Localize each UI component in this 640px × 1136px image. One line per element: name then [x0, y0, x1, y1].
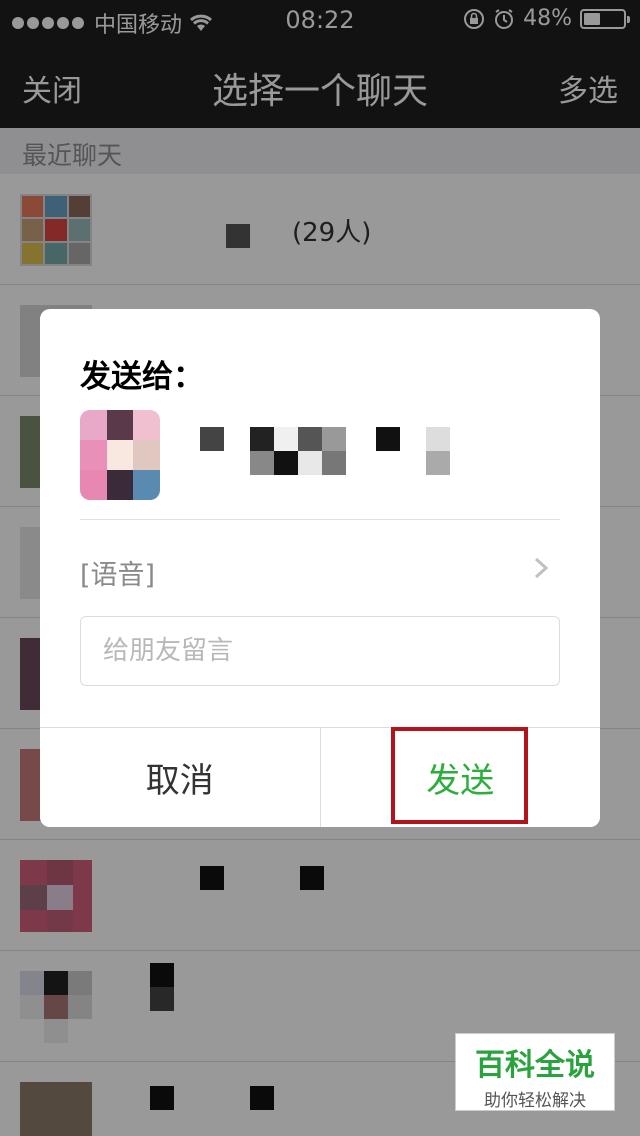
send-to-dialog: 发送给： [语音] 取消 发送 — [40, 309, 600, 827]
dialog-divider — [80, 519, 560, 520]
chevron-right-icon[interactable] — [530, 557, 552, 579]
watermark-title: 百科全说 — [475, 1048, 595, 1083]
message-input[interactable] — [80, 616, 560, 686]
watermark: 百科全说 助你轻松解决 — [455, 1033, 615, 1111]
send-to-label: 发送给： — [80, 359, 204, 395]
recipient-avatar — [80, 410, 160, 500]
dialog-button-row: 取消 发送 — [40, 727, 600, 827]
watermark-subtitle: 助你轻松解决 — [484, 1091, 586, 1111]
recipient-name-pixelated — [200, 427, 450, 475]
send-button[interactable]: 发送 — [320, 728, 600, 827]
cancel-button[interactable]: 取消 — [40, 728, 321, 827]
voice-attachment-label[interactable]: [语音] — [80, 553, 155, 592]
